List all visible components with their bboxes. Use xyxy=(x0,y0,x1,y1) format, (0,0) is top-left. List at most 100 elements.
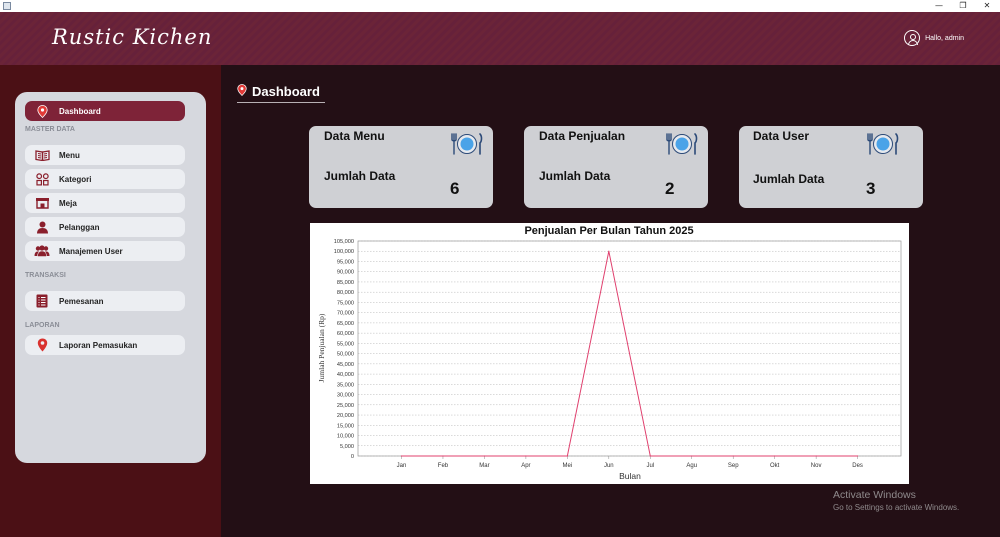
sidebar-item-label: Menu xyxy=(59,150,80,160)
location-pin-icon xyxy=(25,338,59,352)
card-title: Data Penjualan xyxy=(539,129,626,143)
window-title-bar: — ❐ ✕ xyxy=(0,0,1000,12)
y-tick-label: 25,000 xyxy=(337,403,354,409)
x-tick-label: Agu xyxy=(686,463,697,469)
sidebar-item-label: Laporan Pemasukan xyxy=(59,340,138,350)
activate-windows-watermark: Activate Windows Go to Settings to activ… xyxy=(833,489,959,512)
y-tick-label: 20,000 xyxy=(337,413,354,419)
data-point xyxy=(483,455,486,457)
sidebar-item-label: Pemesanan xyxy=(59,296,104,306)
y-tick-label: 15,000 xyxy=(337,423,354,429)
sidebar-item-pelanggan[interactable]: Pelanggan xyxy=(25,217,185,237)
clipboard-list-icon xyxy=(25,294,59,308)
y-tick-label: 80,000 xyxy=(337,290,354,296)
data-point xyxy=(691,455,693,457)
dinner-plate-icon xyxy=(866,133,900,160)
user-menu[interactable]: Hallo, admin xyxy=(904,30,964,46)
map-pin-icon xyxy=(25,104,59,118)
y-tick-label: 45,000 xyxy=(337,362,354,368)
x-tick-label: Feb xyxy=(438,463,449,469)
data-point xyxy=(442,455,444,457)
section-label-master-data: MASTER DATA xyxy=(25,126,75,133)
close-button[interactable]: ✕ xyxy=(975,0,999,12)
grid-circles-icon xyxy=(25,172,59,186)
sidebar-item-laporan-pemasukan[interactable]: Laporan Pemasukan xyxy=(25,335,185,355)
users-group-icon xyxy=(25,245,59,257)
card-data-penjualan: Data Penjualan Jumlah Data 2 xyxy=(524,126,708,208)
map-pin-icon xyxy=(237,84,247,99)
page-title-text: Dashboard xyxy=(252,84,320,99)
card-label: Jumlah Data xyxy=(324,169,396,183)
section-label-laporan: LAPORAN xyxy=(25,322,60,329)
sidebar-item-pemesanan[interactable]: Pemesanan xyxy=(25,291,185,311)
card-value: 6 xyxy=(450,179,460,198)
dinner-plate-icon xyxy=(665,133,699,160)
sidebar-item-meja[interactable]: Meja xyxy=(25,193,185,213)
card-label: Jumlah Data xyxy=(753,172,825,186)
y-tick-label: 35,000 xyxy=(337,382,354,388)
sidebar-item-dashboard[interactable]: Dashboard xyxy=(25,101,185,121)
person-icon xyxy=(25,221,59,234)
card-data-menu: Data Menu Jumlah Data 6 xyxy=(309,126,493,208)
user-circle-icon xyxy=(904,30,921,46)
data-point xyxy=(815,455,817,457)
y-tick-label: 65,000 xyxy=(337,321,354,327)
card-value: 2 xyxy=(665,179,675,198)
y-tick-label: 75,000 xyxy=(337,300,354,306)
sidebar-item-manajemen-user[interactable]: Manajemen User xyxy=(25,241,185,261)
book-icon xyxy=(25,149,59,161)
x-tick-label: Sep xyxy=(728,463,739,469)
data-point xyxy=(649,455,651,457)
data-point xyxy=(566,455,568,457)
y-tick-label: 0 xyxy=(351,454,354,460)
card-data-user: Data User Jumlah Data 3 xyxy=(739,126,923,208)
section-label-transaksi: TRANSAKSI xyxy=(25,272,66,279)
y-tick-label: 60,000 xyxy=(337,331,354,337)
storefront-icon xyxy=(25,197,59,209)
sidebar-item-label: Dashboard xyxy=(59,106,101,116)
restore-button[interactable]: ❐ xyxy=(951,0,975,12)
page-title: Dashboard xyxy=(237,84,320,99)
y-tick-label: 10,000 xyxy=(337,434,354,440)
data-point xyxy=(525,455,527,457)
y-tick-label: 100,000 xyxy=(334,249,354,255)
card-title: Data Menu xyxy=(324,129,385,143)
plot-area-border xyxy=(357,240,902,457)
dinner-plate-icon xyxy=(450,133,484,160)
y-tick-label: 95,000 xyxy=(337,259,354,265)
y-axis-label: Jumlah Penjualan (Rp) xyxy=(317,313,326,382)
sidebar-item-menu[interactable]: Menu xyxy=(25,145,185,165)
y-tick-label: 70,000 xyxy=(337,311,354,317)
data-point xyxy=(857,455,859,457)
y-tick-label: 30,000 xyxy=(337,393,354,399)
sidebar-item-kategori[interactable]: Kategori xyxy=(25,169,185,189)
data-point xyxy=(732,455,734,457)
x-tick-label: Mei xyxy=(563,463,573,469)
x-tick-label: Apr xyxy=(521,463,530,469)
y-tick-label: 55,000 xyxy=(337,341,354,347)
card-value: 3 xyxy=(866,179,876,198)
x-tick-label: Okt xyxy=(770,463,780,469)
x-tick-label: Nov xyxy=(811,463,822,469)
x-tick-label: Mar xyxy=(479,463,489,469)
card-title: Data User xyxy=(753,129,810,143)
x-tick-label: Jan xyxy=(397,463,407,469)
minimize-button[interactable]: — xyxy=(927,0,951,12)
y-tick-label: 50,000 xyxy=(337,352,354,358)
page-title-underline xyxy=(237,102,325,103)
y-tick-label: 105,000 xyxy=(334,239,354,245)
x-tick-label: Des xyxy=(852,463,863,469)
y-tick-label: 90,000 xyxy=(337,270,354,276)
x-tick-label: Jun xyxy=(604,463,614,469)
sales-line-chart: Penjualan Per Bulan Tahun 2025 0 5,000 10,… xyxy=(317,225,902,481)
sidebar: Dashboard MASTER DATA Menu Kategori Meja… xyxy=(15,92,206,463)
data-point xyxy=(608,250,610,252)
watermark-line-2: Go to Settings to activate Windows. xyxy=(833,503,960,512)
chart-title: Penjualan Per Bulan Tahun 2025 xyxy=(524,225,693,237)
y-tick-label: 85,000 xyxy=(337,280,354,286)
user-greeting: Hallo, admin xyxy=(925,34,964,42)
sidebar-item-label: Meja xyxy=(59,198,77,208)
data-point xyxy=(400,455,403,457)
data-point xyxy=(774,455,776,457)
sidebar-item-label: Kategori xyxy=(59,174,92,184)
